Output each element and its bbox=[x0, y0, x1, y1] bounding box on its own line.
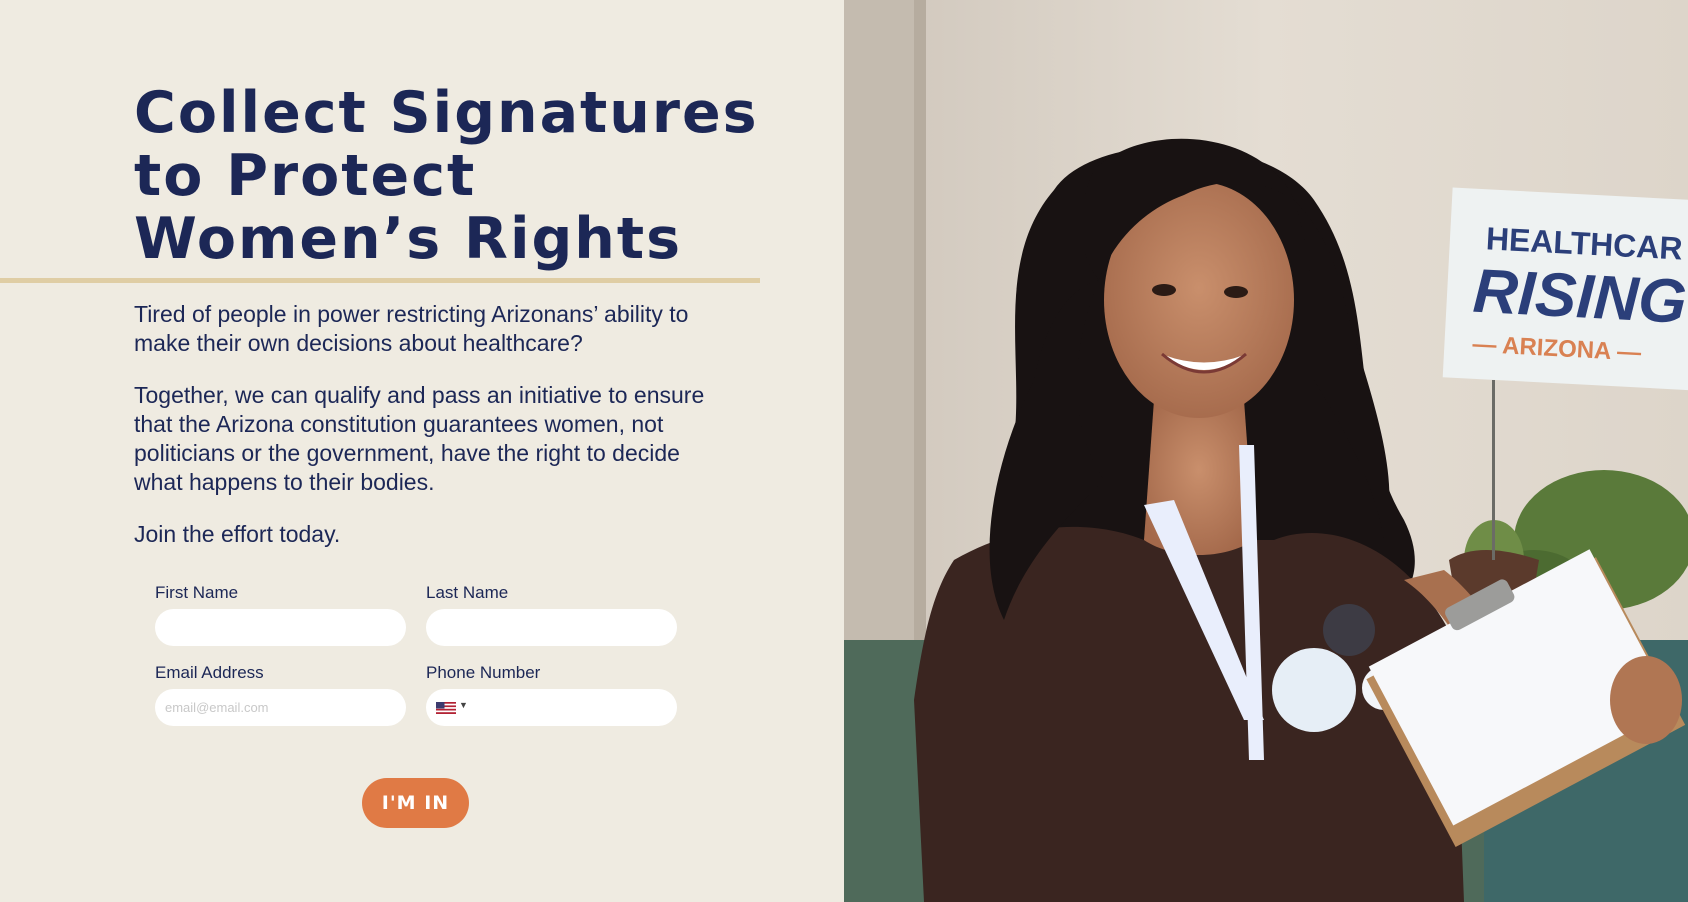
us-flag-icon[interactable] bbox=[436, 702, 456, 714]
phone-label: Phone Number bbox=[426, 663, 541, 682]
volunteer-photo: HEALTHCAR RISING — ARIZONA — bbox=[844, 0, 1688, 902]
first-name-label: First Name bbox=[155, 583, 239, 602]
page-title: Collect Signatures to Protect Women’s Ri… bbox=[134, 82, 784, 271]
intro-paragraph-3: Join the effort today. bbox=[134, 521, 341, 547]
intro-paragraph-1: Tired of people in power restricting Ari… bbox=[134, 301, 689, 356]
im-in-submit-button[interactable]: I'M IN bbox=[362, 778, 469, 828]
phone-field: Phone Number ▼ bbox=[426, 663, 677, 726]
signup-panel: Collect Signatures to Protect Women’s Ri… bbox=[0, 0, 844, 902]
country-dropdown-caret-icon[interactable]: ▼ bbox=[459, 700, 468, 710]
volunteer-photo-image: HEALTHCAR RISING — ARIZONA — bbox=[844, 0, 1688, 902]
email-label: Email Address bbox=[155, 663, 264, 682]
last-name-label: Last Name bbox=[426, 583, 509, 602]
first-name-input[interactable] bbox=[155, 609, 406, 646]
page-title-line-3: Women’s Rights bbox=[134, 206, 683, 272]
last-name-field: Last Name bbox=[426, 583, 677, 646]
email-input[interactable] bbox=[155, 689, 406, 726]
last-name-input[interactable] bbox=[426, 609, 677, 646]
page-title-line-1: Collect Signatures bbox=[134, 80, 759, 146]
email-field: Email Address bbox=[155, 663, 406, 726]
intro-copy: Tired of people in power restricting Ari… bbox=[134, 300, 724, 572]
title-divider bbox=[0, 278, 760, 283]
first-name-field: First Name bbox=[155, 583, 406, 646]
phone-input-wrapper: ▼ bbox=[426, 689, 677, 726]
page-title-line-2: to Protect bbox=[134, 143, 477, 209]
intro-paragraph-2: Together, we can qualify and pass an ini… bbox=[134, 382, 705, 495]
svg-text:RISING: RISING bbox=[1471, 257, 1688, 337]
